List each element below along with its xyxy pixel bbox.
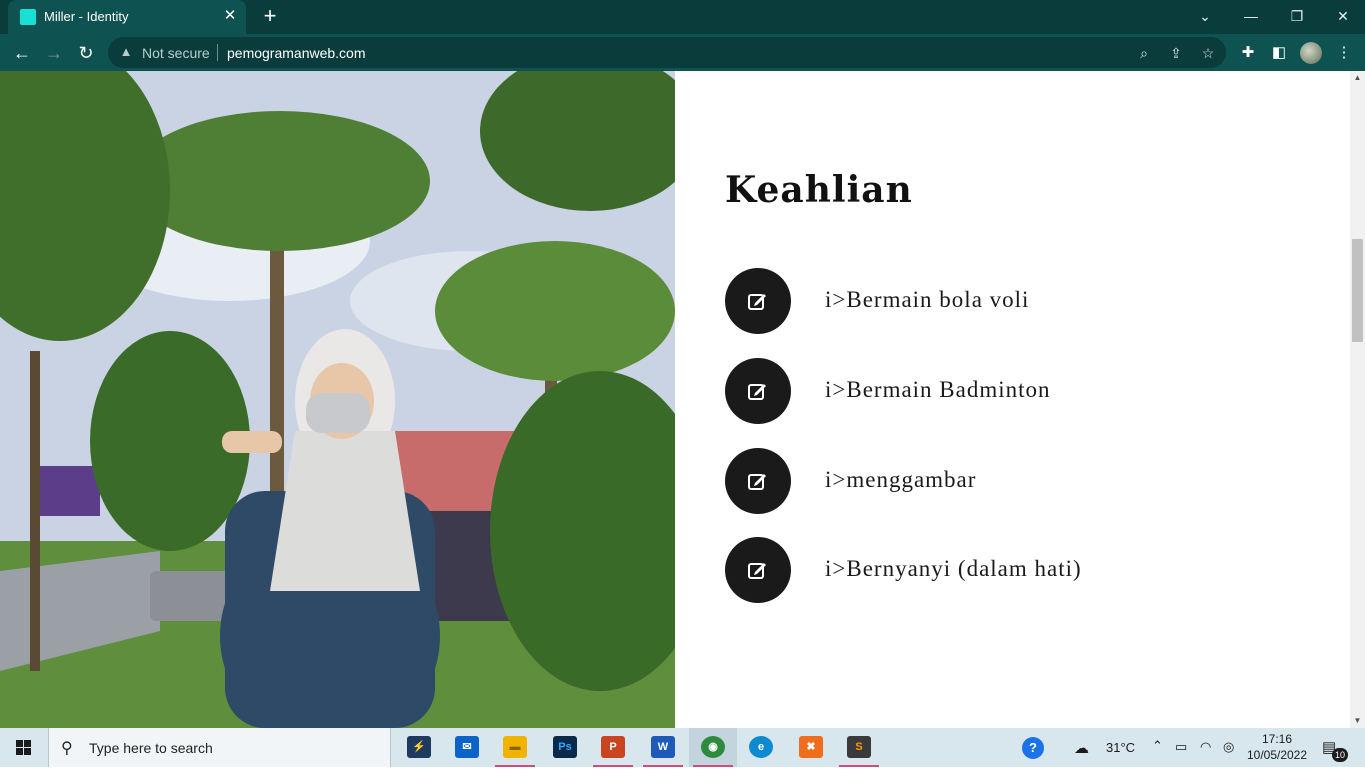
taskbar-app-chrome[interactable]: ◉ — [689, 728, 737, 767]
edit-icon — [748, 563, 766, 579]
scroll-thumb[interactable] — [1352, 239, 1363, 342]
chrome-icon: ◉ — [701, 736, 725, 758]
scroll-down-icon[interactable]: ▼ — [1350, 714, 1365, 728]
tab-favicon-icon — [20, 9, 36, 25]
weather-temperature[interactable]: 31°C — [1106, 740, 1135, 779]
help-icon[interactable]: ? — [1022, 737, 1044, 759]
taskbar-app-edge[interactable]: e — [737, 728, 785, 767]
search-icon: ⚲ — [61, 740, 73, 757]
tab-title: Miller - Identity — [44, 9, 129, 24]
windows-taskbar: ⚲ Type here to search ⚡ ✉ ▬ Ps P W ◉ e ✖… — [0, 728, 1365, 767]
skill-label: i>Bernyanyi (dalam hati) — [825, 556, 1082, 581]
side-panel-icon[interactable]: ◧ — [1267, 41, 1291, 65]
warning-icon[interactable]: ▲ — [118, 44, 134, 60]
taskbar-search-box[interactable]: ⚲ Type here to search — [48, 728, 391, 767]
photoshop-icon: Ps — [553, 736, 577, 758]
skill-label: i>Bermain Badminton — [825, 377, 1051, 402]
battery-icon[interactable]: ▭ — [1175, 739, 1187, 778]
tab-search-button[interactable]: ⌄ — [1192, 4, 1218, 28]
taskbar-app-mail[interactable]: ✉ — [443, 728, 491, 767]
browser-tab[interactable]: Miller - Identity ✕ — [8, 0, 246, 34]
extensions-icon[interactable]: ✚ — [1236, 41, 1260, 65]
tab-close-icon[interactable]: ✕ — [222, 7, 238, 25]
edit-icon — [748, 384, 766, 400]
xampp-icon: ✖ — [799, 736, 823, 758]
skill-icon-circle — [725, 268, 791, 334]
url-text[interactable]: pemogramanweb.com — [227, 45, 366, 61]
start-button[interactable] — [0, 728, 48, 767]
close-window-button[interactable]: ✕ — [1330, 4, 1356, 28]
share-icon[interactable]: ⇪ — [1166, 43, 1186, 63]
restore-button[interactable]: ❐ — [1284, 4, 1310, 28]
word-icon: W — [651, 736, 675, 758]
skill-item: i>menggambar — [725, 448, 1285, 514]
profile-photo — [0, 71, 675, 728]
wifi-icon[interactable]: ◠ — [1200, 739, 1211, 778]
zoom-icon[interactable]: ⌕ — [1134, 43, 1154, 63]
taskbar-app-xampp[interactable]: ✖ — [787, 728, 835, 767]
menu-kebab-icon[interactable]: ⋮ — [1332, 41, 1356, 65]
weather-icon[interactable]: ☁ — [1074, 739, 1089, 778]
browser-tab-bar: Miller - Identity ✕ + ⌄ — ❐ ✕ — [0, 0, 1365, 34]
show-hidden-icons-icon[interactable]: ⌃ — [1152, 738, 1163, 777]
search-placeholder: Type here to search — [89, 740, 213, 756]
skill-label: i>Bermain bola voli — [825, 287, 1030, 312]
visual-studio-icon: ⚡ — [407, 736, 431, 758]
volume-icon[interactable]: ◎ — [1223, 739, 1234, 778]
taskbar-app-sublime[interactable]: S — [835, 728, 883, 767]
new-tab-button[interactable]: + — [258, 5, 282, 29]
address-separator — [217, 44, 218, 61]
skill-item: i>Bermain bola voli — [725, 268, 1285, 334]
address-bar[interactable]: ▲ Not secure pemogramanweb.com ⌕ ⇪ ☆ — [108, 37, 1226, 68]
scroll-up-icon[interactable]: ▲ — [1350, 71, 1365, 85]
page-viewport: Keahlian i>Bermain bola voli i>Bermain B… — [0, 71, 1350, 728]
skill-icon-circle — [725, 537, 791, 603]
page-scrollbar[interactable]: ▲ ▼ — [1350, 71, 1365, 728]
edit-icon — [748, 474, 766, 490]
back-button[interactable]: ← — [10, 41, 34, 65]
security-indicator[interactable]: Not secure — [142, 45, 210, 61]
skill-icon-circle — [725, 448, 791, 514]
skill-item: i>Bermain Badminton — [725, 358, 1285, 424]
taskbar-app-file-explorer[interactable]: ▬ — [491, 728, 539, 767]
forward-button[interactable]: → — [42, 41, 66, 65]
edge-icon: e — [749, 736, 773, 758]
notification-count-badge: 10 — [1332, 748, 1348, 762]
clock-date: 10/05/2022 — [1246, 748, 1308, 762]
windows-logo-icon — [16, 740, 31, 755]
edit-icon — [748, 294, 766, 310]
bookmark-star-icon[interactable]: ☆ — [1198, 43, 1218, 63]
minimize-button[interactable]: — — [1238, 4, 1264, 28]
taskbar-app-visual-studio[interactable]: ⚡ — [395, 728, 443, 767]
profile-avatar[interactable] — [1300, 42, 1322, 64]
taskbar-app-word[interactable]: W — [639, 728, 687, 767]
reload-button[interactable]: ↻ — [74, 41, 98, 65]
powerpoint-icon: P — [601, 736, 625, 758]
mail-icon: ✉ — [455, 736, 479, 758]
profile-photo-illustration — [0, 71, 675, 728]
browser-toolbar: ← → ↻ ▲ Not secure pemogramanweb.com ⌕ ⇪… — [0, 34, 1365, 71]
taskbar-app-powerpoint[interactable]: P — [589, 728, 637, 767]
system-clock[interactable]: 17:16 10/05/2022 — [1240, 731, 1314, 763]
section-heading: Keahlian — [725, 169, 913, 211]
skill-icon-circle — [725, 358, 791, 424]
skills-section: Keahlian i>Bermain bola voli i>Bermain B… — [725, 71, 1325, 728]
taskbar-app-photoshop[interactable]: Ps — [541, 728, 589, 767]
sublime-text-icon: S — [847, 736, 871, 758]
clock-time: 17:16 — [1261, 732, 1293, 746]
folder-icon: ▬ — [503, 736, 527, 758]
skill-item: i>Bernyanyi (dalam hati) — [725, 537, 1285, 603]
skill-label: i>menggambar — [825, 467, 977, 492]
